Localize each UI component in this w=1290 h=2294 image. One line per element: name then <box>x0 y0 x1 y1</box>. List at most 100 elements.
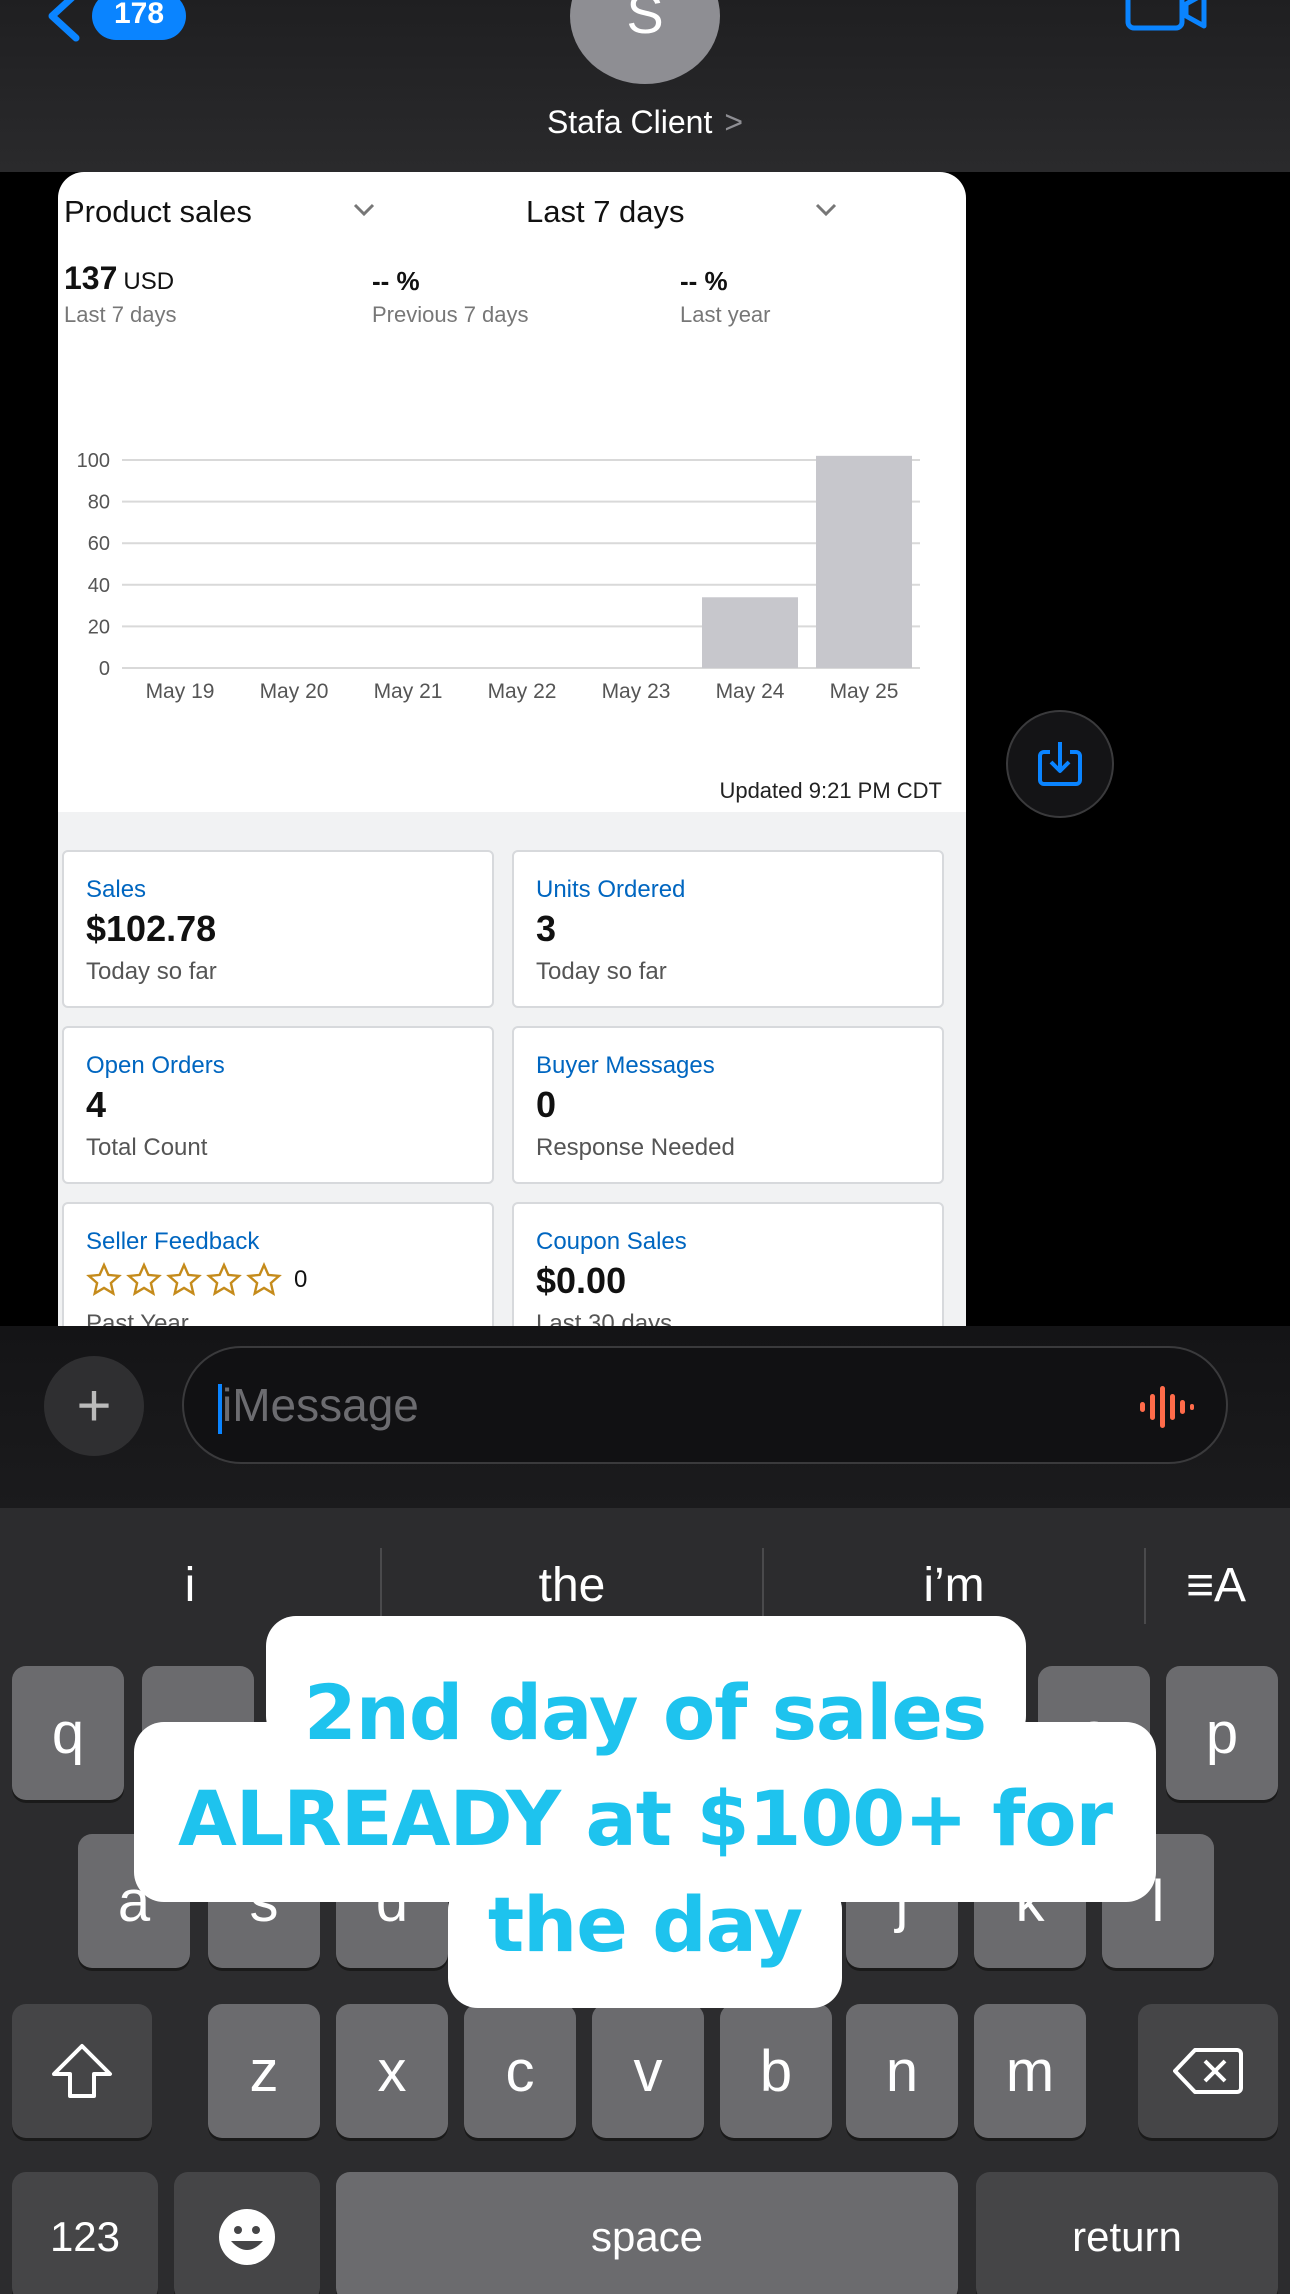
chevron-down-icon <box>353 203 375 217</box>
star-icon <box>206 1262 242 1296</box>
card-subtitle: Past Year <box>86 1310 189 1326</box>
star-icon <box>86 1262 122 1296</box>
suggestion-2[interactable]: the <box>382 1558 762 1613</box>
kpi-value: 137 USD <box>64 260 175 296</box>
card-value: $0.00 <box>536 1260 627 1301</box>
emoji-icon <box>219 2209 275 2265</box>
seller-feedback-card[interactable]: Seller Feedback 0 Past Year <box>62 1202 494 1326</box>
key-v[interactable]: v <box>592 2004 704 2138</box>
sales-card[interactable]: Sales $102.78 Today so far <box>62 850 494 1008</box>
download-icon <box>1038 742 1082 786</box>
sales-bar-chart: 0 20 40 60 80 100 May 19 May 20 May 21 May 22 May … <box>77 450 920 703</box>
x-tick-label: May 24 <box>716 680 785 703</box>
save-share-button[interactable] <box>1006 710 1114 818</box>
star-rating: 0 <box>86 1262 307 1298</box>
kpi-label: Last 7 days <box>64 302 177 327</box>
video-call-icon[interactable] <box>1124 0 1208 34</box>
emoji-key[interactable] <box>174 2172 320 2294</box>
card-title: Units Ordered <box>536 876 686 903</box>
video-caption: 2nd day of sales ALREADY at $100+ for th… <box>0 1660 1290 1978</box>
shift-icon <box>52 2044 112 2098</box>
chevron-down-icon <box>815 203 837 217</box>
message-input-bar: + iMessage <box>0 1326 1290 1508</box>
chevron-right-icon: > <box>724 104 744 140</box>
y-tick-label: 40 <box>88 575 110 597</box>
kpi-label: Previous 7 days <box>372 302 529 327</box>
avatar-initial: S <box>626 0 664 45</box>
x-tick-label: May 25 <box>830 680 899 703</box>
space-key[interactable]: space <box>336 2172 958 2294</box>
card-subtitle: Total Count <box>86 1134 208 1161</box>
card-value: 0 <box>536 1084 557 1125</box>
feedback-count: 0 <box>294 1266 308 1293</box>
contact-name: Stafa Client <box>546 104 713 140</box>
message-input[interactable]: iMessage <box>182 1346 1228 1464</box>
key-c[interactable]: c <box>464 2004 576 2138</box>
card-subtitle: Today so far <box>86 958 217 985</box>
contact-avatar[interactable]: S <box>570 0 720 84</box>
card-title: Sales <box>86 876 147 903</box>
suggestion-1[interactable]: i <box>0 1558 380 1613</box>
y-tick-label: 0 <box>99 658 110 680</box>
x-tick-label: May 23 <box>602 680 671 703</box>
y-tick-label: 60 <box>88 533 110 555</box>
bar-may-24 <box>702 597 798 668</box>
return-key[interactable]: return <box>976 2172 1278 2294</box>
card-value: 4 <box>86 1084 107 1125</box>
star-icon <box>246 1262 282 1296</box>
add-attachment-button[interactable]: + <box>44 1356 144 1456</box>
card-title: Seller Feedback <box>86 1228 260 1255</box>
buyer-messages-card[interactable]: Buyer Messages 0 Response Needed <box>512 1026 944 1184</box>
message-placeholder: iMessage <box>222 1379 419 1431</box>
y-tick-label: 20 <box>88 616 110 638</box>
x-tick-label: May 20 <box>260 680 329 703</box>
back-button[interactable]: 178 <box>44 0 187 44</box>
open-orders-card[interactable]: Open Orders 4 Total Count <box>62 1026 494 1184</box>
key-m[interactable]: m <box>974 2004 1086 2138</box>
shift-key[interactable] <box>12 2004 152 2138</box>
y-tick-label: 100 <box>77 450 110 472</box>
plus-icon: + <box>76 1372 112 1439</box>
coupon-sales-card[interactable]: Coupon Sales $0.00 Last 30 days <box>512 1202 944 1326</box>
caption-line: ALREADY at $100+ for <box>177 1774 1113 1863</box>
kpi-value: -- % <box>372 266 420 296</box>
contact-name-link[interactable]: Stafa Client > <box>0 104 1290 141</box>
suggestion-3[interactable]: i’m <box>764 1558 1144 1613</box>
x-tick-label: May 19 <box>146 680 215 703</box>
card-value: $102.78 <box>86 908 217 949</box>
chevron-left-icon <box>48 0 80 42</box>
x-tick-label: May 21 <box>374 680 443 703</box>
numbers-key[interactable]: 123 <box>12 2172 158 2294</box>
conversation-header: 178 S Stafa Client > <box>0 0 1290 172</box>
key-b[interactable]: b <box>720 2004 832 2138</box>
bar-may-25 <box>816 455 912 668</box>
units-ordered-card[interactable]: Units Ordered 3 Today so far <box>512 850 944 1008</box>
text-format-icon[interactable]: ≡A <box>1186 1558 1246 1613</box>
unread-count-badge: 178 <box>92 0 187 40</box>
suggestion-divider <box>1144 1548 1146 1624</box>
card-title: Coupon Sales <box>536 1228 687 1255</box>
card-subtitle: Response Needed <box>536 1134 735 1161</box>
backspace-icon <box>1173 2048 1243 2094</box>
metric-dropdown[interactable]: Product sales <box>64 194 252 230</box>
range-dropdown[interactable]: Last 7 days <box>526 194 685 230</box>
card-value: 3 <box>536 908 557 949</box>
y-tick-label: 80 <box>88 492 110 514</box>
key-x[interactable]: x <box>336 2004 448 2138</box>
card-subtitle: Last 30 days <box>536 1310 673 1326</box>
card-title: Buyer Messages <box>536 1052 715 1079</box>
audio-waveform-icon[interactable] <box>1136 1384 1196 1430</box>
key-z[interactable]: z <box>208 2004 320 2138</box>
caption-line: 2nd day of sales <box>303 1668 987 1757</box>
dashboard-cards: Sales $102.78 Today so far Units Ordered… <box>58 812 966 1326</box>
star-icon <box>126 1262 162 1296</box>
card-title: Open Orders <box>86 1052 225 1079</box>
star-icon <box>166 1262 202 1296</box>
kpi-value: -- % <box>680 266 728 296</box>
updated-timestamp: Updated 9:21 PM CDT <box>719 778 942 803</box>
kpi-label: Last year <box>680 302 771 327</box>
key-n[interactable]: n <box>846 2004 958 2138</box>
delete-key[interactable] <box>1138 2004 1278 2138</box>
screenshot-attachment[interactable]: Product sales Last 7 days 137 USD Last 7 … <box>58 172 966 1326</box>
card-subtitle: Today so far <box>536 958 667 985</box>
